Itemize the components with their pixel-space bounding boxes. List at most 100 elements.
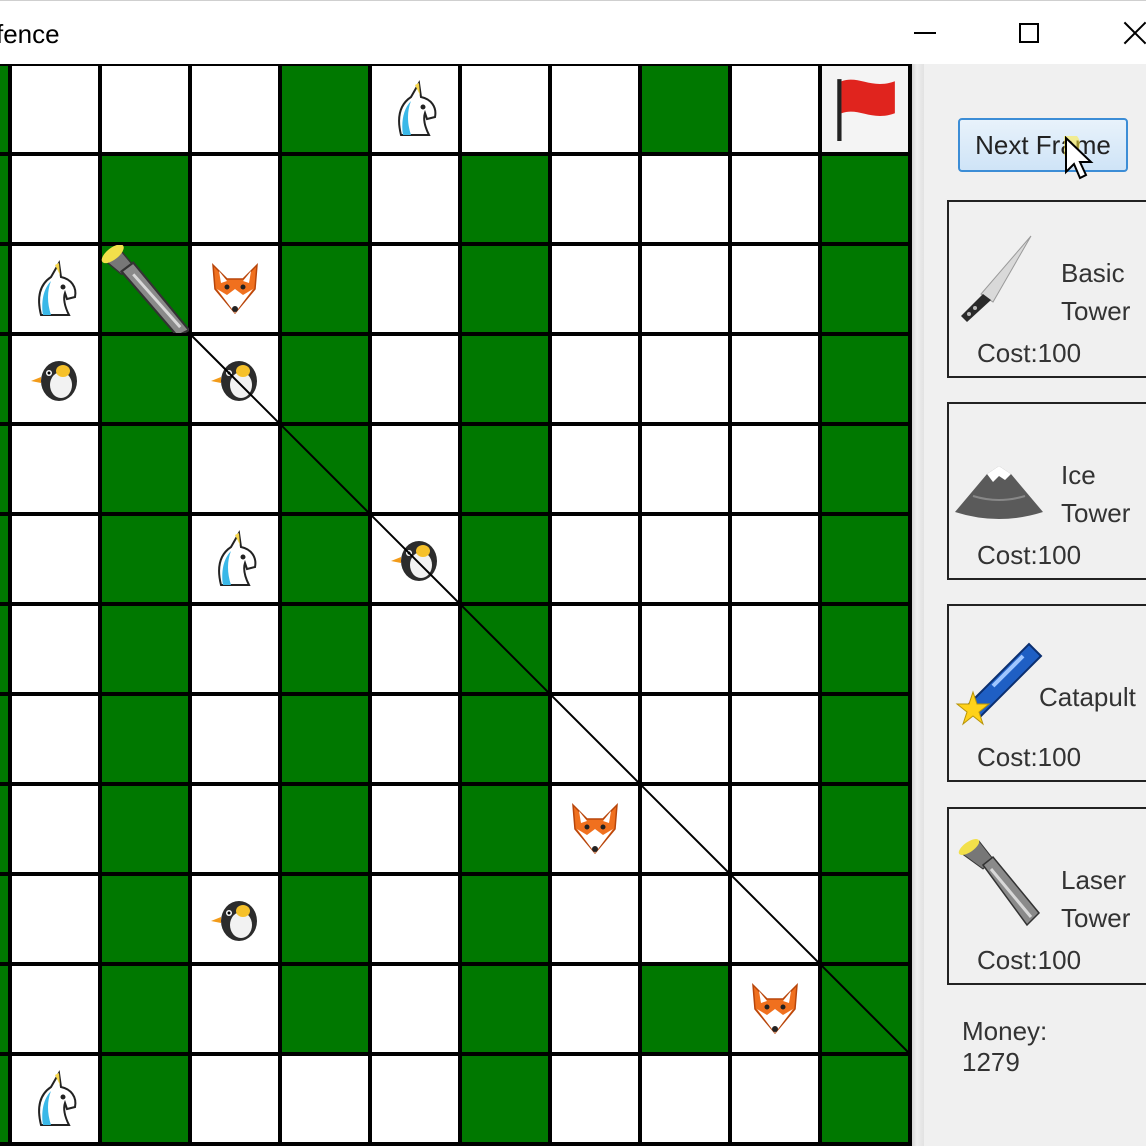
grid-cell[interactable] — [372, 786, 458, 872]
grid-cell[interactable] — [372, 156, 458, 242]
grid-cell[interactable] — [0, 336, 8, 422]
grid-cell[interactable] — [282, 876, 368, 962]
grid-cell[interactable] — [372, 606, 458, 692]
grid-cell[interactable] — [0, 606, 8, 692]
game-board[interactable] — [0, 64, 912, 1146]
grid-cell[interactable] — [282, 966, 368, 1052]
grid-cell[interactable] — [642, 156, 728, 242]
grid-cell[interactable] — [282, 336, 368, 422]
grid-cell[interactable] — [732, 786, 818, 872]
grid-cell[interactable] — [12, 516, 98, 602]
grid-cell[interactable] — [0, 156, 8, 242]
grid-cell[interactable] — [732, 66, 818, 152]
grid-cell[interactable] — [282, 696, 368, 782]
tower-card-ice[interactable]: Ice Tower Cost:100 — [947, 402, 1146, 580]
grid-cell[interactable] — [462, 1056, 548, 1142]
grid-cell[interactable] — [102, 876, 188, 962]
grid-cell[interactable] — [462, 966, 548, 1052]
grid-cell[interactable] — [192, 696, 278, 782]
grid-cell[interactable] — [102, 516, 188, 602]
grid-cell[interactable] — [102, 786, 188, 872]
grid-cell[interactable] — [282, 606, 368, 692]
grid-cell[interactable] — [372, 696, 458, 782]
grid-cell[interactable] — [192, 66, 278, 152]
grid-cell[interactable] — [282, 66, 368, 152]
grid-cell[interactable] — [462, 336, 548, 422]
grid-cell[interactable] — [0, 516, 8, 602]
grid-cell[interactable] — [732, 156, 818, 242]
panel-divider[interactable] — [912, 64, 924, 1146]
grid-cell[interactable] — [732, 336, 818, 422]
grid-cell[interactable] — [642, 606, 728, 692]
grid-cell[interactable] — [642, 1056, 728, 1142]
grid-cell[interactable] — [0, 1056, 8, 1142]
grid-cell[interactable] — [732, 1056, 818, 1142]
grid-cell[interactable] — [462, 876, 548, 962]
minimize-button[interactable] — [902, 9, 948, 57]
grid-cell[interactable] — [642, 966, 728, 1052]
grid-cell[interactable] — [372, 426, 458, 512]
tower-card-catapult[interactable]: Catapult Cost:100 — [947, 604, 1146, 782]
grid-cell[interactable] — [372, 876, 458, 962]
grid-cell[interactable] — [282, 246, 368, 332]
tower-card-basic[interactable]: Basic Tower Cost:100 — [947, 200, 1146, 378]
grid-cell[interactable] — [462, 516, 548, 602]
grid-cell[interactable] — [732, 516, 818, 602]
grid-cell[interactable] — [372, 966, 458, 1052]
grid-cell[interactable] — [0, 786, 8, 872]
grid-cell[interactable] — [282, 516, 368, 602]
grid-cell[interactable] — [102, 336, 188, 422]
grid-cell[interactable] — [372, 246, 458, 332]
grid-cell[interactable] — [282, 156, 368, 242]
grid-cell[interactable] — [0, 426, 8, 512]
grid-cell[interactable] — [102, 966, 188, 1052]
grid-cell[interactable] — [102, 426, 188, 512]
grid-cell[interactable] — [12, 66, 98, 152]
grid-cell[interactable] — [12, 696, 98, 782]
grid-cell[interactable] — [462, 246, 548, 332]
grid-cell[interactable] — [642, 786, 728, 872]
grid-cell[interactable] — [102, 606, 188, 692]
grid-cell[interactable] — [732, 426, 818, 512]
grid-cell[interactable] — [0, 696, 8, 782]
grid-cell[interactable] — [552, 1056, 638, 1142]
grid-cell[interactable] — [552, 606, 638, 692]
grid-cell[interactable] — [462, 426, 548, 512]
grid-cell[interactable] — [822, 606, 908, 692]
grid-cell[interactable] — [552, 426, 638, 512]
grid-cell[interactable] — [642, 516, 728, 602]
grid-cell[interactable] — [642, 336, 728, 422]
close-button[interactable] — [1110, 9, 1146, 57]
grid-cell[interactable] — [12, 966, 98, 1052]
grid-cell[interactable] — [462, 66, 548, 152]
grid-cell[interactable] — [642, 876, 728, 962]
grid-cell[interactable] — [102, 696, 188, 782]
grid-cell[interactable] — [0, 246, 8, 332]
grid-cell[interactable] — [462, 606, 548, 692]
grid-cell[interactable] — [12, 786, 98, 872]
grid-cell[interactable] — [732, 246, 818, 332]
grid-cell[interactable] — [822, 426, 908, 512]
grid-cell[interactable] — [192, 156, 278, 242]
grid-cell[interactable] — [192, 426, 278, 512]
grid-cell[interactable] — [822, 876, 908, 962]
grid-cell[interactable] — [12, 156, 98, 242]
tower-card-laser[interactable]: Laser Tower Cost:100 — [947, 807, 1146, 985]
grid-cell[interactable] — [552, 966, 638, 1052]
grid-cell[interactable] — [642, 246, 728, 332]
grid-cell[interactable] — [552, 696, 638, 782]
grid-cell[interactable] — [822, 246, 908, 332]
grid-cell[interactable] — [822, 516, 908, 602]
grid-cell[interactable] — [822, 786, 908, 872]
grid-cell[interactable] — [732, 876, 818, 962]
maximize-button[interactable] — [1006, 9, 1052, 57]
grid-cell[interactable] — [0, 966, 8, 1052]
grid-cell[interactable] — [642, 66, 728, 152]
grid-cell[interactable] — [822, 1056, 908, 1142]
grid-cell[interactable] — [642, 426, 728, 512]
grid-cell[interactable] — [372, 336, 458, 422]
grid-cell[interactable] — [822, 966, 908, 1052]
grid-cell[interactable] — [282, 786, 368, 872]
grid-cell[interactable] — [732, 696, 818, 782]
grid-cell[interactable] — [0, 876, 8, 962]
